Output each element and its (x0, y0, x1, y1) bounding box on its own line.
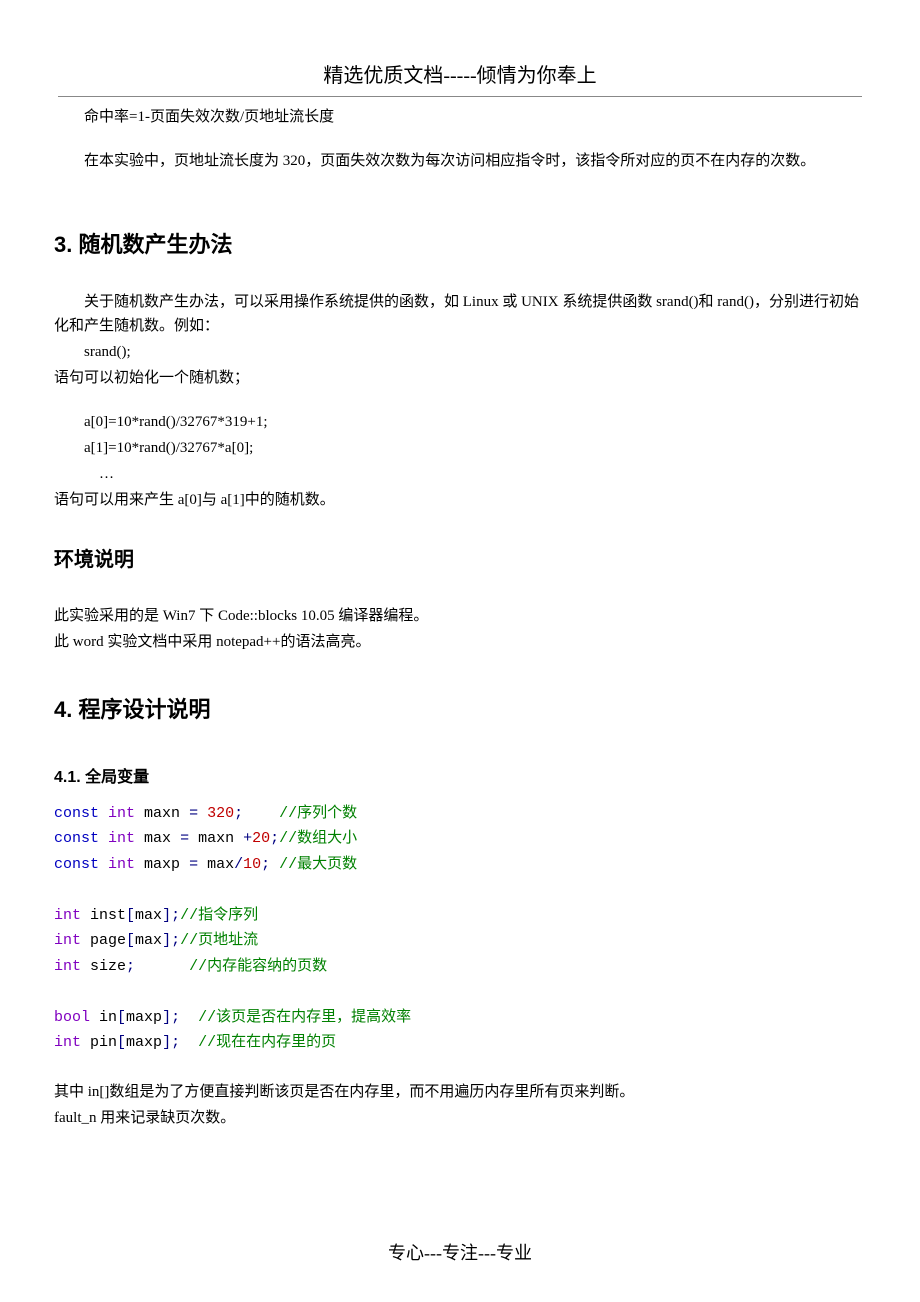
identifier: max (135, 932, 162, 949)
page-header: 精选优质文档-----倾情为你奉上 (54, 60, 866, 92)
identifier: page (81, 932, 126, 949)
heading-environment: 环境说明 (54, 544, 866, 576)
bracket: ] (162, 1034, 171, 1051)
identifier: maxp (126, 1034, 162, 1051)
paragraph: 命中率=1-页面失效次数/页地址流长度 (54, 105, 866, 129)
code-line: a[0]=10*rand()/32767*319+1; (54, 410, 866, 434)
paragraph: 此实验采用的是 Win7 下 Code::blocks 10.05 编译器编程。 (54, 604, 866, 628)
identifier: max (198, 856, 234, 873)
padding (243, 805, 279, 822)
bracket: ] (162, 932, 171, 949)
header-divider (58, 96, 862, 97)
identifier: maxn (189, 830, 243, 847)
paragraph: 其中 in[]数组是为了方便直接判断该页是否在内存里，而不用遍历内存里所有页来判… (54, 1080, 866, 1104)
comment: //序列个数 (279, 805, 357, 822)
type-int: int (54, 932, 81, 949)
keyword-const: const (54, 856, 99, 873)
type-bool: bool (54, 1009, 90, 1026)
number: 320 (207, 805, 234, 822)
semicolon: ; (171, 1009, 180, 1026)
space (198, 805, 207, 822)
identifier: max (135, 830, 180, 847)
bracket: ] (162, 1009, 171, 1026)
identifier: maxp (126, 1009, 162, 1026)
bracket: [ (126, 932, 135, 949)
operator: = (189, 805, 198, 822)
padding (270, 856, 279, 873)
identifier: inst (81, 907, 126, 924)
operator: = (180, 830, 189, 847)
keyword-const: const (54, 830, 99, 847)
bracket: [ (126, 907, 135, 924)
padding (180, 1034, 198, 1051)
bracket: [ (117, 1034, 126, 1051)
paragraph: fault_n 用来记录缺页次数。 (54, 1106, 866, 1130)
padding (135, 958, 189, 975)
comment: //内存能容纳的页数 (189, 958, 327, 975)
comment: //指令序列 (180, 907, 258, 924)
comment: //该页是否在内存里，提高效率 (198, 1009, 411, 1026)
type-int: int (108, 830, 135, 847)
padding (180, 1009, 198, 1026)
paragraph: 语句可以用来产生 a[0]与 a[1]中的随机数。 (54, 488, 866, 512)
semicolon: ; (261, 856, 270, 873)
comment: //最大页数 (279, 856, 357, 873)
paragraph: 在本实验中，页地址流长度为 320，页面失效次数为每次访问相应指令时，该指令所对… (54, 149, 866, 173)
identifier: max (135, 907, 162, 924)
type-int: int (54, 907, 81, 924)
identifier: maxn (135, 805, 189, 822)
number: 20 (252, 830, 270, 847)
comment: //数组大小 (279, 830, 357, 847)
bracket: [ (117, 1009, 126, 1026)
page-footer: 专心---专注---专业 (0, 1239, 920, 1268)
identifier: pin (81, 1034, 117, 1051)
heading-random-number: 3. 随机数产生办法 (54, 227, 866, 262)
code-block-globals: const int maxn = 320; //序列个数 const int m… (54, 801, 866, 1056)
semicolon: ; (126, 958, 135, 975)
ellipsis: … (54, 462, 866, 486)
type-int: int (54, 958, 81, 975)
paragraph: 关于随机数产生办法，可以采用操作系统提供的函数，如 Linux 或 UNIX 系… (54, 290, 866, 338)
heading-program-design: 4. 程序设计说明 (54, 692, 866, 727)
semicolon: ; (171, 907, 180, 924)
comment: //页地址流 (180, 932, 258, 949)
semicolon: ; (234, 805, 243, 822)
heading-global-vars: 4.1. 全局变量 (54, 765, 866, 791)
code-line: a[1]=10*rand()/32767*a[0]; (54, 436, 866, 460)
paragraph: 语句可以初始化一个随机数； (54, 366, 866, 390)
identifier: maxp (135, 856, 189, 873)
bracket: ] (162, 907, 171, 924)
type-int: int (108, 856, 135, 873)
number: 10 (243, 856, 261, 873)
semicolon: ; (270, 830, 279, 847)
operator: + (243, 830, 252, 847)
comment: //现在在内存里的页 (198, 1034, 336, 1051)
identifier: size (81, 958, 126, 975)
code-line-srand: srand(); (54, 340, 866, 364)
identifier: in (90, 1009, 117, 1026)
semicolon: ; (171, 932, 180, 949)
semicolon: ; (171, 1034, 180, 1051)
type-int: int (54, 1034, 81, 1051)
type-int: int (108, 805, 135, 822)
operator: / (234, 856, 243, 873)
operator: = (189, 856, 198, 873)
paragraph: 此 word 实验文档中采用 notepad++的语法高亮。 (54, 630, 866, 654)
keyword-const: const (54, 805, 99, 822)
